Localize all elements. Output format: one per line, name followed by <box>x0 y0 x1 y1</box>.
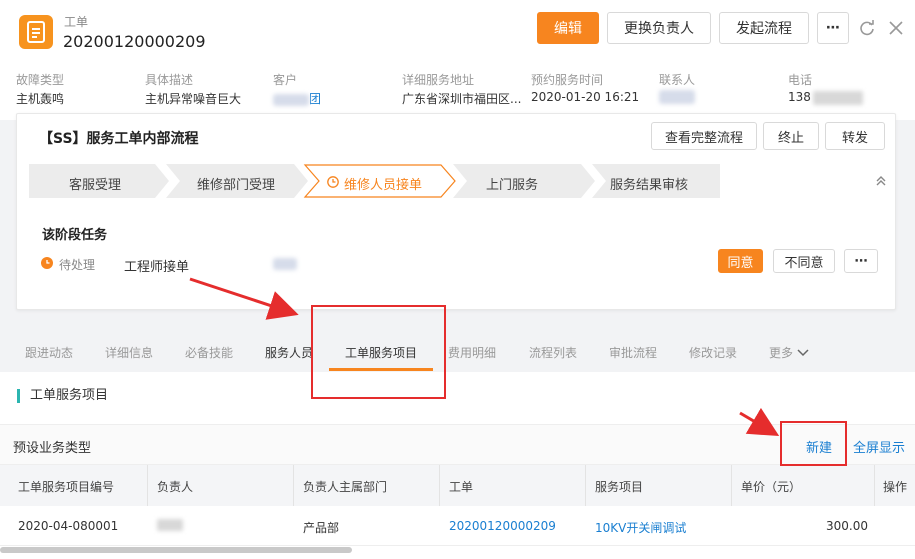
arrow-to-new <box>739 407 780 437</box>
annotation-arrows <box>189 277 780 437</box>
arrow-to-tab <box>189 277 299 320</box>
